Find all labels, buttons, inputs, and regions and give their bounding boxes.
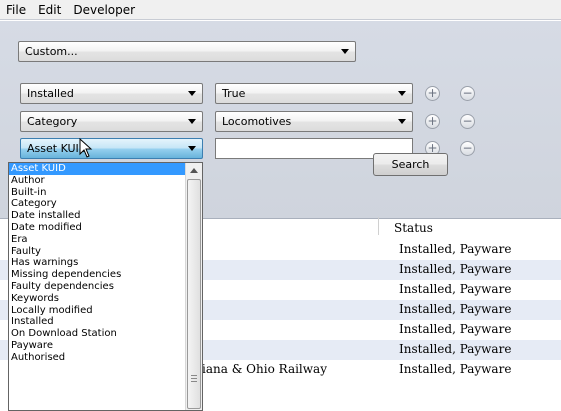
remove-filter-button-1[interactable]: −	[460, 86, 475, 101]
plus-icon: +	[427, 114, 438, 128]
add-filter-button-2[interactable]: +	[425, 114, 440, 129]
chevron-down-icon	[188, 146, 196, 151]
dropdown-option-on-download-station[interactable]: On Download Station	[9, 328, 202, 340]
scroll-up-arrow-icon[interactable]	[190, 168, 198, 173]
preset-select-value: Custom...	[25, 45, 78, 58]
dropdown-option-keywords[interactable]: Keywords	[9, 293, 202, 305]
dropdown-option-installed[interactable]: Installed	[9, 316, 202, 328]
dropdown-option-payware[interactable]: Payware	[9, 340, 202, 352]
dropdown-option-faulty[interactable]: Faulty	[9, 246, 202, 258]
column-divider[interactable]	[378, 217, 379, 235]
dropdown-option-date-installed[interactable]: Date installed	[9, 210, 202, 222]
filter-value-value-2: Locomotives	[222, 115, 292, 128]
filter-value-select-2[interactable]: Locomotives	[215, 111, 413, 132]
filter-field-select-3[interactable]: Asset KUID	[20, 138, 203, 159]
dropdown-option-faulty-dependencies[interactable]: Faulty dependencies	[9, 281, 202, 293]
remove-filter-button-3[interactable]: −	[460, 141, 475, 156]
menu-file[interactable]: File	[6, 3, 26, 17]
status-cell: Installed, Payware	[399, 262, 512, 276]
minus-icon: −	[462, 141, 473, 155]
chevron-down-icon	[341, 49, 349, 54]
filter-field-value-2: Category	[27, 115, 78, 128]
chevron-down-icon	[398, 119, 406, 124]
remove-filter-button-2[interactable]: −	[460, 114, 475, 129]
dropdown-option-asset-kuid[interactable]: Asset KUID	[9, 163, 202, 175]
chevron-down-icon	[188, 91, 196, 96]
status-cell: Installed, Payware	[399, 282, 512, 296]
grip-icon	[191, 375, 197, 382]
dropdown-option-author[interactable]: Author	[9, 175, 202, 187]
dropdown-option-locally-modified[interactable]: Locally modified	[9, 305, 202, 317]
filter-field-select-2[interactable]: Category	[20, 111, 203, 132]
dropdown-option-date-modified[interactable]: Date modified	[9, 222, 202, 234]
status-cell: Installed, Payware	[399, 362, 512, 376]
filter-field-value-1: Installed	[27, 87, 74, 100]
menu-developer[interactable]: Developer	[73, 3, 135, 17]
field-dropdown-list[interactable]: Asset KUID Author Built-in Category Date…	[8, 162, 203, 411]
menu-bar: File Edit Developer	[0, 0, 561, 20]
dropdown-option-has-warnings[interactable]: Has warnings	[9, 257, 202, 269]
status-cell: Installed, Payware	[399, 322, 512, 336]
status-cell: Installed, Payware	[399, 302, 512, 316]
dropdown-option-built-in[interactable]: Built-in	[9, 187, 202, 199]
chevron-down-icon	[188, 119, 196, 124]
status-cell: Installed, Payware	[399, 342, 512, 356]
dropdown-scrollbar[interactable]	[185, 163, 202, 410]
dropdown-option-missing-dependencies[interactable]: Missing dependencies	[9, 269, 202, 281]
search-button[interactable]: Search	[373, 153, 448, 176]
minus-icon: −	[462, 114, 473, 128]
filter-field-select-1[interactable]: Installed	[20, 83, 203, 104]
status-column-header[interactable]: Status	[394, 221, 433, 235]
preset-select[interactable]: Custom...	[18, 41, 356, 62]
chevron-down-icon	[398, 91, 406, 96]
filter-value-select-1[interactable]: True	[215, 83, 413, 104]
dropdown-option-era[interactable]: Era	[9, 234, 202, 246]
minus-icon: −	[462, 86, 473, 100]
dropdown-option-authorised[interactable]: Authorised	[9, 352, 202, 364]
status-cell: Installed, Payware	[399, 242, 512, 256]
scrollbar-thumb[interactable]	[187, 179, 201, 409]
filter-value-value-1: True	[222, 87, 246, 100]
asset-name-cell: iana & Ohio Railway	[202, 362, 327, 376]
menu-edit[interactable]: Edit	[38, 3, 61, 17]
dropdown-option-category[interactable]: Category	[9, 198, 202, 210]
plus-icon: +	[427, 86, 438, 100]
add-filter-button-1[interactable]: +	[425, 86, 440, 101]
